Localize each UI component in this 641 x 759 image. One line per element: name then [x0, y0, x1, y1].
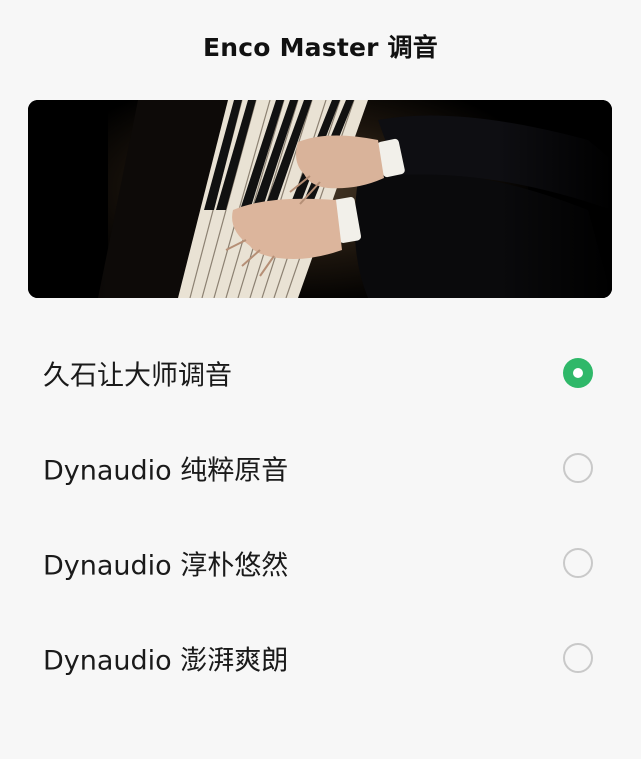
radio-unselected-icon[interactable]: [563, 452, 593, 483]
page-title: Enco Master 调音: [203, 33, 438, 62]
option-dynaudio-surging[interactable]: Dynaudio 澎湃爽朗: [0, 610, 641, 705]
option-label: Dynaudio 淳朴悠然: [43, 550, 289, 581]
option-joe-hisaishi[interactable]: 久石让大师调音: [0, 325, 641, 420]
radio-unselected-icon[interactable]: [563, 547, 593, 578]
radio-selected-icon[interactable]: [563, 357, 593, 388]
option-label: 久石让大师调音: [43, 360, 232, 391]
option-label: Dynaudio 纯粹原音: [43, 455, 289, 486]
banner-image: [28, 100, 612, 298]
option-label: Dynaudio 澎湃爽朗: [43, 645, 289, 676]
tuning-sheet: Enco Master 调音 久石让大师调音 Dynaudio 纯粹原音 Dyn…: [0, 0, 641, 759]
tuning-options-list: 久石让大师调音 Dynaudio 纯粹原音 Dynaudio 淳朴悠然 Dyna…: [0, 325, 641, 705]
option-dynaudio-pure[interactable]: Dynaudio 纯粹原音: [0, 420, 641, 515]
option-dynaudio-simple[interactable]: Dynaudio 淳朴悠然: [0, 515, 641, 610]
radio-unselected-icon[interactable]: [563, 642, 593, 673]
